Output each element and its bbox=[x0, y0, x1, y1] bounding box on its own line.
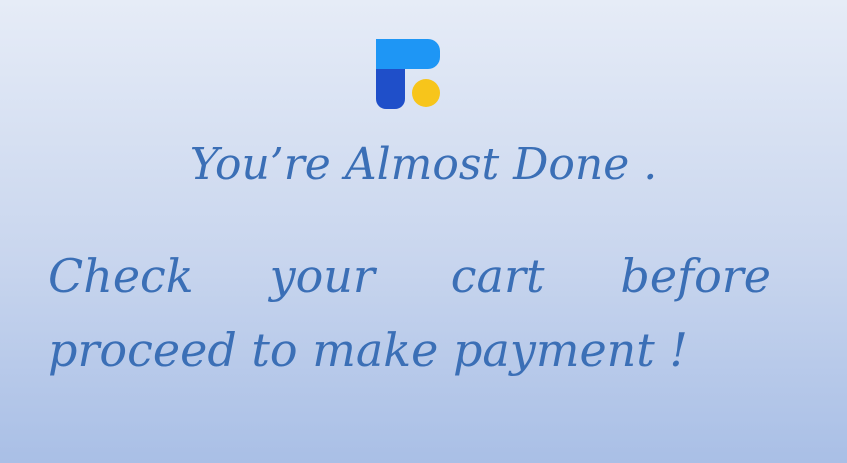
message-word: cart bbox=[450, 249, 545, 303]
brand-logo-icon bbox=[376, 39, 442, 109]
message-word: before bbox=[620, 249, 771, 303]
message-line-2: proceed to make payment ! bbox=[48, 323, 688, 377]
cart-check-message: Check your cart before proceed to make p… bbox=[48, 245, 771, 381]
headline: You’re Almost Done . bbox=[189, 139, 658, 190]
almost-done-card: You’re Almost Done . Check your cart bef… bbox=[0, 0, 847, 463]
message-line-1: Check your cart before bbox=[48, 245, 771, 307]
message-word: your bbox=[269, 249, 375, 303]
message-word: Check bbox=[48, 249, 194, 303]
